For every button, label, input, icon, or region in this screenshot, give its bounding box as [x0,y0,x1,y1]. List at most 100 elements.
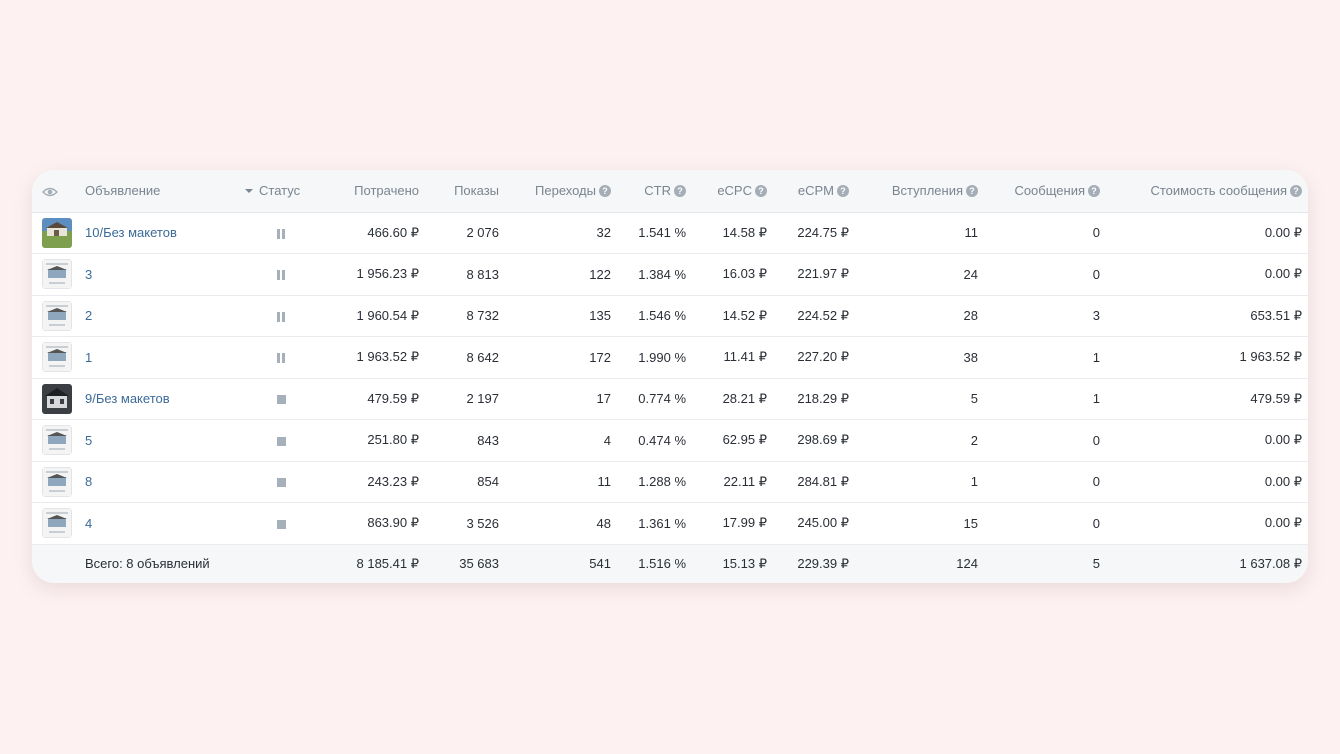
totals-clicks: 541 [589,556,611,572]
table-row[interactable]: 9/Без макетов 479.59 ₽2 197 17 0.774 % 28.21… [32,378,1308,420]
col-status[interactable]: Статус [239,170,323,213]
ad-link[interactable]: 9/Без макетов [85,391,170,406]
table-body: 10/Без макетов 466.60 ₽2 076 32 1.541 % 14.5… [32,212,1308,545]
sort-down-icon [245,189,253,194]
ad-name-cell: 5 [79,419,239,462]
house-card-icon[interactable] [42,342,72,373]
house-card-icon[interactable] [42,425,72,456]
ad-name-cell: 9/Без макетов [79,378,239,420]
status-cell [239,212,323,254]
cell-messages: 1 [984,378,1106,420]
help-icon[interactable]: ? [1290,185,1302,198]
ad-thumbnail-cell [32,212,79,254]
cell-messages: 3 [984,295,1106,337]
cell-msg-cost: 0.00 ₽ [1106,253,1308,296]
col-ctr[interactable]: CTR? [617,170,692,213]
help-icon[interactable]: ? [755,185,767,198]
eye-icon[interactable] [42,187,58,197]
help-icon[interactable]: ? [837,185,849,198]
cell-ecpc: 14.58 ₽ [692,212,773,254]
totals-label: Всего: 8 объявлений [85,556,210,572]
table-row[interactable]: 11 963.52 ₽8 642 172 1.990 % 11.41 ₽227.20 … [32,336,1308,379]
col-msg-cost[interactable]: Стоимость сообщения? [1106,170,1308,213]
help-icon[interactable]: ? [1088,185,1100,198]
table-header-row: Объявление Статус Потрачено Показы Перех… [32,170,1308,213]
table-row[interactable]: 10/Без макетов 466.60 ₽2 076 32 1.541 % 14.5… [32,212,1308,254]
house-card-icon[interactable] [42,300,72,331]
table-row[interactable]: 5 251.80 ₽843 4 0.474 % 62.95 ₽298.69 ₽2 0 0.0… [32,419,1308,462]
pause-icon[interactable] [277,270,285,281]
house-card-icon[interactable] [42,259,72,290]
cell-impressions: 2 076 [425,212,505,254]
col-messages[interactable]: Сообщения? [984,170,1106,213]
cell-joins: 2 [855,419,984,462]
pause-icon[interactable] [277,311,285,322]
ad-thumbnail-cell [32,378,79,420]
col-status-label: Статус [259,183,301,199]
ad-link[interactable]: 3 [85,267,92,282]
table-row[interactable]: 4 863.90 ₽3 526 48 1.361 % 17.99 ₽245.00 ₽15… [32,502,1308,545]
help-icon[interactable]: ? [599,185,611,198]
cell-joins: 24 [855,253,984,296]
cell-impressions: 8 732 [425,295,505,337]
ad-thumbnail-cell [32,253,79,296]
cell-ctr: 1.541 % [617,212,692,254]
col-joins[interactable]: Вступления? [855,170,984,213]
totals-row: Всего: 8 объявлений 8 185.41 ₽ 35 683 54… [32,544,1308,583]
ad-link[interactable]: 2 [85,308,92,323]
table-row[interactable]: 3 1 956.23 ₽8 813 122 1.384 % 16.03 ₽221.97 … [32,253,1308,296]
cell-joins: 1 [855,461,984,503]
ad-link[interactable]: 5 [85,433,92,448]
col-ecpm[interactable]: eCPM? [773,170,855,213]
col-ecpc[interactable]: eCPC? [692,170,773,213]
ad-link[interactable]: 4 [85,516,92,531]
house-card-icon[interactable] [42,508,72,539]
cell-messages: 0 [984,461,1106,503]
cell-messages: 0 [984,502,1106,545]
help-icon[interactable]: ? [966,185,978,198]
col-ad[interactable]: Объявление [79,170,239,213]
cell-clicks: 17 [505,378,617,420]
totals-messages: 5 [1092,556,1100,572]
pause-icon[interactable] [277,353,285,364]
cell-ecpc: 28.21 ₽ [692,378,773,420]
cell-ctr: 0.774 % [617,378,692,420]
status-cell [239,336,323,379]
ads-table: Объявление Статус Потрачено Показы Перех… [32,170,1308,583]
col-clicks[interactable]: Переходы? [505,170,617,213]
col-spent[interactable]: Потрачено [323,170,425,213]
visibility-toggle[interactable] [32,170,79,213]
cell-ctr: 1.546 % [617,295,692,337]
cell-joins: 11 [855,212,984,254]
ad-link[interactable]: 10/Без макетов [85,225,177,240]
cell-spent: 251.80 ₽ [323,419,425,462]
stop-icon[interactable] [276,436,286,446]
cell-joins: 15 [855,502,984,545]
cell-ecpm: 224.75 ₽ [773,212,855,254]
table-row[interactable]: 8 243.23 ₽854 11 1.288 % 22.11 ₽284.81 ₽1 0 0.… [32,461,1308,503]
table-row[interactable]: 2 1 960.54 ₽8 732 135 1.546 % 14.52 ₽224.52 … [32,295,1308,337]
cell-ecpm: 227.20 ₽ [773,336,855,379]
house-card-icon[interactable] [42,466,72,497]
help-icon[interactable]: ? [674,185,686,198]
ad-link[interactable]: 8 [85,474,92,489]
col-impressions[interactable]: Показы [425,170,505,213]
pause-icon[interactable] [277,228,285,239]
cell-msg-cost: 0.00 ₽ [1106,502,1308,545]
stop-icon[interactable] [276,395,286,405]
cell-clicks: 122 [505,253,617,296]
ad-name-cell: 4 [79,502,239,545]
totals-joins: 124 [956,556,978,572]
cell-messages: 1 [984,336,1106,379]
cell-impressions: 854 [425,461,505,503]
dark-house-icon[interactable] [42,383,72,414]
cell-msg-cost: 653.51 ₽ [1106,295,1308,337]
ad-link[interactable]: 1 [85,350,92,365]
totals-ecpc: 15.13 ₽ [722,555,767,571]
status-cell [239,461,323,503]
stop-icon[interactable] [276,478,286,488]
totals-msg-cost: 1 637.08 ₽ [1239,555,1303,571]
stop-icon[interactable] [276,519,286,529]
house-photo-icon[interactable] [42,217,72,248]
col-messages-label: Сообщения [1014,183,1085,199]
